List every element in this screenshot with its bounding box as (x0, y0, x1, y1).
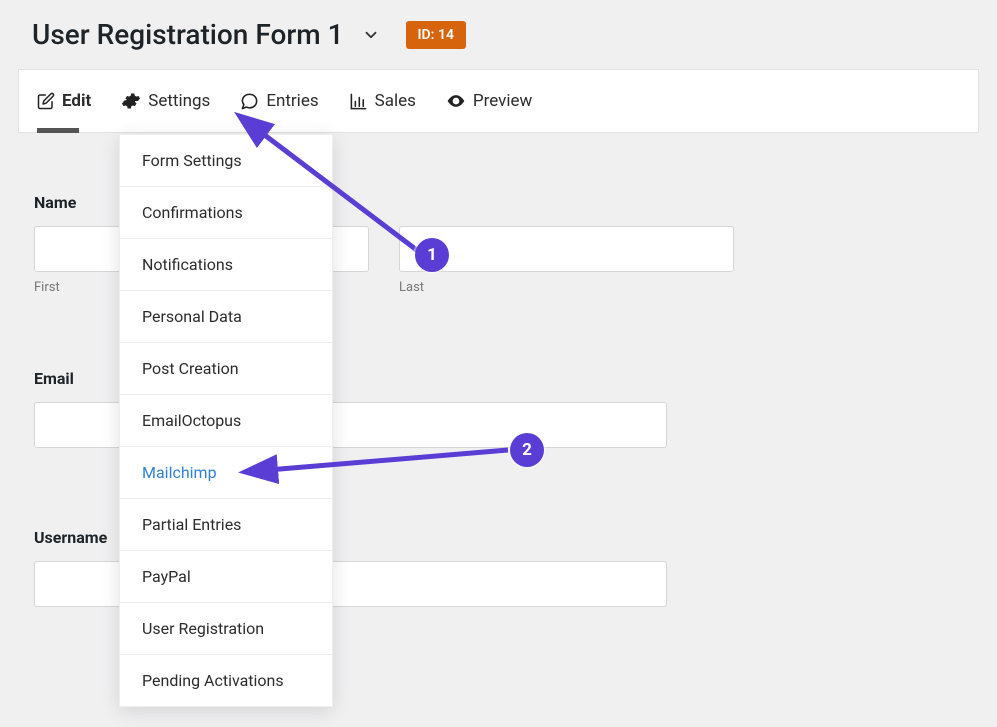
tab-settings[interactable]: Settings (121, 70, 210, 132)
tabs-bar: Edit Settings Entries Sales Preview Form… (18, 69, 979, 133)
settings-menu-item[interactable]: Pending Activations (120, 655, 332, 706)
eye-icon (446, 91, 466, 111)
tab-sales[interactable]: Sales (349, 70, 416, 132)
settings-menu-item[interactable]: Confirmations (120, 187, 332, 239)
callout-badge-2: 2 (510, 433, 544, 467)
tab-entries-label: Entries (266, 91, 318, 111)
tab-preview-label: Preview (473, 91, 532, 111)
settings-dropdown: Form SettingsConfirmationsNotificationsP… (119, 134, 333, 707)
tab-sales-label: Sales (375, 91, 416, 111)
callout-badge-1: 1 (415, 238, 449, 272)
settings-menu-item[interactable]: Form Settings (120, 135, 332, 187)
settings-menu-item[interactable]: PayPal (120, 551, 332, 603)
page-header: User Registration Form 1 ID: 14 (0, 0, 997, 61)
settings-menu-item[interactable]: Post Creation (120, 343, 332, 395)
settings-menu-item[interactable]: Personal Data (120, 291, 332, 343)
settings-menu-item[interactable]: Notifications (120, 239, 332, 291)
settings-menu-item[interactable]: Mailchimp (120, 447, 332, 499)
tab-edit-label: Edit (62, 91, 91, 111)
tab-entries[interactable]: Entries (240, 70, 318, 132)
settings-menu-item[interactable]: User Registration (120, 603, 332, 655)
last-name-input[interactable] (399, 226, 734, 272)
gears-icon (121, 91, 141, 111)
settings-menu-item[interactable]: Partial Entries (120, 499, 332, 551)
tab-settings-label: Settings (148, 91, 210, 111)
bar-chart-icon (349, 92, 368, 111)
tab-edit[interactable]: Edit (37, 70, 91, 132)
form-switcher-chevron[interactable] (358, 22, 384, 48)
chevron-down-icon (362, 26, 380, 44)
tab-preview[interactable]: Preview (446, 70, 532, 132)
edit-icon (37, 92, 55, 110)
form-id-badge: ID: 14 (406, 21, 466, 49)
comment-icon (240, 92, 259, 111)
settings-menu-item[interactable]: EmailOctopus (120, 395, 332, 447)
page-title: User Registration Form 1 (32, 18, 344, 51)
last-sublabel: Last (399, 280, 734, 295)
